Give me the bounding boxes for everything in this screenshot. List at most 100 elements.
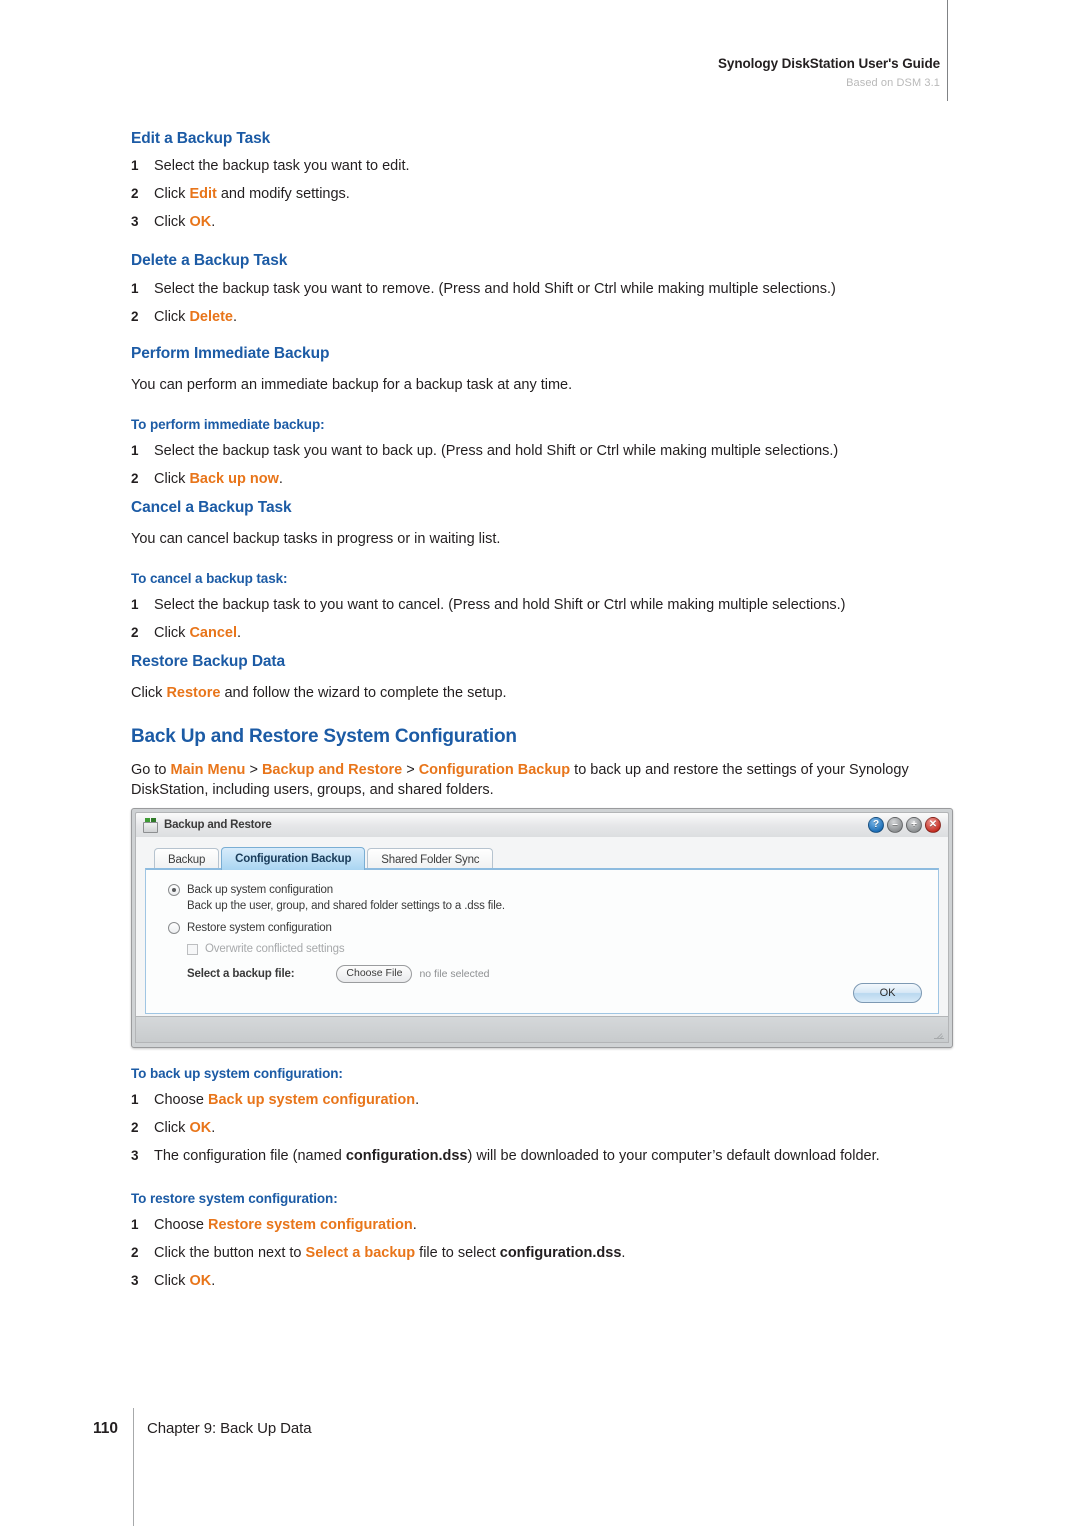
step-number: 1	[131, 597, 139, 612]
list-item: 2 Click the button next to Select a backu…	[131, 1243, 941, 1263]
section-heading: Cancel a Backup Task	[131, 499, 292, 516]
section-to-restore-system-configuration: To restore system configuration: 1 Choose…	[131, 1191, 941, 1299]
header-vertical-rule	[947, 0, 948, 101]
step-text: Click OK.	[154, 214, 216, 230]
list-item: 1 Select the backup task to you want to c…	[131, 595, 941, 615]
step-number: 3	[131, 1148, 139, 1163]
step-text: Select the backup task you want to edit.	[154, 158, 410, 174]
guide-title: Synology DiskStation User's Guide	[718, 56, 940, 71]
window-controls: ? – + ✕	[868, 817, 941, 833]
restore-system-configuration-option[interactable]: Restore system configuration	[168, 922, 938, 934]
list-item: 3 Click OK.	[131, 212, 941, 232]
section-body: Click Restore and follow the wizard to c…	[131, 685, 507, 701]
radio-label: Restore system configuration	[187, 922, 332, 934]
tab-configuration-backup[interactable]: Configuration Backup	[221, 847, 366, 870]
radio-backup-system-configuration[interactable]	[168, 884, 180, 896]
tab-shared-folder-sync[interactable]: Shared Folder Sync	[367, 848, 494, 870]
page-footer: 110 Chapter 9: Back Up Data	[93, 1420, 312, 1438]
page-header: Synology DiskStation User's Guide Based …	[0, 56, 940, 90]
section-heading: Restore Backup Data	[131, 653, 286, 670]
checkbox-label: Overwrite conflicted settings	[205, 943, 345, 955]
maximize-icon[interactable]: +	[906, 817, 922, 833]
choose-file-button[interactable]: Choose File	[336, 965, 413, 983]
step-text: Click Cancel.	[154, 625, 242, 641]
file-status-text: no file selected	[419, 968, 490, 980]
list-item: 2 Click Edit and modify settings.	[131, 184, 941, 204]
list-item: 2 Click Back up now.	[131, 469, 941, 489]
section-intro: You can perform an immediate backup for …	[131, 377, 573, 393]
steps-list: 1 Select the backup task to you want to c…	[131, 595, 941, 643]
step-text: Choose Back up system configuration.	[154, 1092, 420, 1108]
step-text: Click the button next to Select a backup…	[154, 1245, 626, 1261]
close-icon[interactable]: ✕	[925, 817, 941, 833]
section-to-back-up-system-configuration: To back up system configuration: 1 Choose…	[131, 1066, 941, 1174]
step-text: Select the backup task you want to remov…	[154, 281, 836, 297]
window-titlebar: Backup and Restore ? – + ✕	[135, 812, 949, 837]
section-subheading: To perform immediate backup:	[131, 417, 325, 432]
backup-description: Back up the user, group, and shared fold…	[187, 900, 505, 912]
select-backup-file-label: Select a backup file:	[187, 968, 295, 980]
list-item: 1 Choose Back up system configuration.	[131, 1090, 941, 1110]
list-item: 1 Select the backup task you want to remo…	[131, 279, 941, 299]
section-heading: Delete a Backup Task	[131, 252, 288, 269]
section-restore-backup-data: Restore Backup Data Click Restore and fo…	[131, 653, 941, 703]
list-item: 2 Click OK.	[131, 1118, 941, 1138]
section-subheading: To back up system configuration:	[131, 1066, 343, 1081]
step-text: Select the backup task you want to back …	[154, 443, 839, 459]
tab-bar: Backup Configuration Backup Shared Folde…	[145, 845, 939, 870]
steps-list: 1 Choose Restore system configuration. 2C…	[131, 1215, 941, 1291]
section-heading: Edit a Backup Task	[131, 130, 271, 147]
steps-list: 1 Choose Back up system configuration. 2C…	[131, 1090, 941, 1166]
ok-button[interactable]: OK	[853, 983, 922, 1003]
section-subheading: To restore system configuration:	[131, 1191, 338, 1206]
resize-grip-icon[interactable]	[934, 1029, 944, 1039]
list-item: 2 Click Delete.	[131, 307, 941, 327]
steps-list: 1 Select the backup task you want to remo…	[131, 279, 941, 327]
section-heading: Perform Immediate Backup	[131, 345, 330, 362]
list-item: 1 Select the backup task you want to edit…	[131, 156, 941, 176]
step-number: 1	[131, 1217, 139, 1232]
section-back-up-and-restore-system-configuration: Back Up and Restore System Configuration…	[131, 726, 946, 800]
backup-system-configuration-option[interactable]: Back up system configuration	[168, 884, 938, 896]
window-title: Backup and Restore	[164, 819, 272, 831]
step-text: Select the backup task to you want to ca…	[154, 597, 846, 613]
page-title: Back Up and Restore System Configuration	[131, 726, 517, 747]
step-number: 1	[131, 443, 139, 458]
list-item: 1 Choose Restore system configuration.	[131, 1215, 941, 1235]
configuration-backup-panel: Back up system configuration Back up the…	[145, 868, 939, 1014]
step-text: Click Delete.	[154, 309, 238, 325]
radio-label: Back up system configuration	[187, 884, 334, 896]
step-number: 2	[131, 1120, 139, 1135]
step-number: 3	[131, 214, 139, 229]
backup-and-restore-window-screenshot: Backup and Restore ? – + ✕ Backup Config…	[131, 808, 953, 1048]
radio-restore-system-configuration[interactable]	[168, 922, 180, 934]
step-number: 1	[131, 1092, 139, 1107]
select-backup-file-row: Select a backup file: Choose File no fil…	[187, 965, 938, 983]
step-number: 3	[131, 1273, 139, 1288]
step-text: Click Edit and modify settings.	[154, 186, 350, 202]
step-text: Click OK.	[154, 1273, 216, 1289]
list-item: 1 Select the backup task you want to back…	[131, 441, 941, 461]
chapter-label: Chapter 9: Back Up Data	[147, 1420, 312, 1437]
tab-backup[interactable]: Backup	[154, 848, 220, 870]
step-number: 1	[131, 281, 139, 296]
step-text: Choose Restore system configuration.	[154, 1217, 417, 1233]
section-subheading: To cancel a backup task:	[131, 571, 288, 586]
guide-subtitle: Based on DSM 3.1	[846, 77, 940, 89]
step-text: Click Back up now.	[154, 471, 283, 487]
steps-list: 1 Select the backup task you want to back…	[131, 441, 941, 489]
help-icon[interactable]: ?	[868, 817, 884, 833]
checkbox-overwrite-conflicted-settings[interactable]	[187, 943, 198, 955]
section-cancel-a-backup-task: Cancel a Backup Task You can cancel back…	[131, 499, 941, 651]
minimize-icon[interactable]: –	[887, 817, 903, 833]
steps-list: 1 Select the backup task you want to edit…	[131, 156, 941, 232]
overwrite-conflicted-settings-option[interactable]: Overwrite conflicted settings	[187, 943, 938, 955]
section-edit-a-backup-task: Edit a Backup Task 1 Select the backup ta…	[131, 130, 941, 240]
step-number: 1	[131, 158, 139, 173]
backup-restore-icon	[143, 817, 158, 833]
page-number: 110	[93, 1420, 119, 1437]
step-text: Click OK.	[154, 1120, 216, 1136]
step-number: 2	[131, 309, 139, 324]
list-item: 3 Click OK.	[131, 1271, 941, 1291]
step-text: The configuration file (named configurat…	[154, 1148, 880, 1164]
